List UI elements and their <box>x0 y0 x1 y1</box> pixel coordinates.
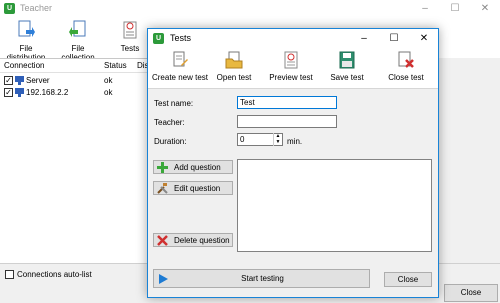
create-test-button[interactable]: Create new test <box>150 51 210 82</box>
delete-icon <box>157 235 168 246</box>
app-icon: U <box>4 3 15 14</box>
auto-list-label: Connections auto-list <box>17 270 92 279</box>
header-connection[interactable]: Connection <box>4 61 44 70</box>
plus-icon <box>157 162 168 173</box>
create-test-label: Create new test <box>151 73 209 82</box>
test-name-input[interactable] <box>237 96 337 109</box>
create-test-icon <box>173 51 188 67</box>
tests-button[interactable]: Tests <box>114 20 146 53</box>
dialog-title: Tests <box>170 33 192 43</box>
maximize-button[interactable]: ☐ <box>440 1 470 17</box>
row-checkbox[interactable]: ✓ <box>4 88 13 97</box>
test-name-label: Test name: <box>154 99 194 108</box>
preview-test-label: Preview test <box>269 73 313 82</box>
start-testing-button[interactable]: Start testing <box>153 269 370 288</box>
tests-icon <box>123 21 137 39</box>
edit-question-label: Edit question <box>174 184 221 193</box>
file-collection-icon <box>69 20 86 37</box>
tests-titlebar: U Tests – ☐ ✕ <box>148 29 438 48</box>
duration-value: 0 <box>240 135 245 144</box>
close-window-button[interactable]: ✕ <box>470 1 500 17</box>
close-dialog-button[interactable]: ✕ <box>410 30 438 47</box>
duration-label: Duration: <box>154 137 187 146</box>
list-item[interactable]: ✓ 192.168.2.2 ok <box>0 87 148 99</box>
open-test-icon <box>225 51 243 69</box>
tools-icon <box>157 183 168 194</box>
tests-label: Tests <box>120 44 140 53</box>
duration-unit: min. <box>287 137 303 146</box>
close-test-button[interactable]: Close test <box>384 51 428 82</box>
teacher-titlebar: U Teacher – ☐ ✕ <box>0 0 500 18</box>
close-test-label: Close test <box>388 73 424 82</box>
computer-icon <box>15 88 24 97</box>
connection-name: 192.168.2.2 <box>26 88 69 97</box>
minimize-button[interactable]: – <box>410 1 440 17</box>
delete-question-label: Delete question <box>174 236 230 245</box>
list-item[interactable]: ✓ Server ok <box>0 75 148 87</box>
preview-test-icon <box>284 51 298 69</box>
maximize-button[interactable]: ☐ <box>380 30 408 47</box>
edit-question-button[interactable]: Edit question <box>153 181 233 195</box>
preview-test-button[interactable]: Preview test <box>266 51 316 82</box>
connection-list[interactable]: Connection Status Dis ✓ Server ok ✓ 192.… <box>0 58 149 263</box>
dialog-close-button[interactable]: Close <box>384 272 432 287</box>
file-collection-button[interactable]: File collection <box>54 20 102 62</box>
save-icon <box>339 51 355 69</box>
row-checkbox[interactable]: ✓ <box>4 76 13 85</box>
teacher-label: Teacher: <box>154 118 185 127</box>
save-test-button[interactable]: Save test <box>329 51 365 82</box>
start-testing-label: Start testing <box>241 274 284 283</box>
tests-dialog: U Tests – ☐ ✕ Create new test Open test <box>147 28 439 298</box>
spin-down-icon[interactable]: ▼ <box>274 139 282 145</box>
file-distribution-icon <box>18 20 35 37</box>
minimize-button[interactable]: – <box>350 30 378 47</box>
duration-stepper[interactable]: 0 ▲ ▼ <box>237 133 283 146</box>
add-question-button[interactable]: Add question <box>153 160 233 174</box>
tests-toolbar: Create new test Open test Preview test S… <box>148 48 438 88</box>
file-distribution-button[interactable]: File distribution <box>2 20 50 62</box>
header-status[interactable]: Status <box>104 61 127 70</box>
toolbar-divider <box>148 88 438 89</box>
teacher-input[interactable] <box>237 115 337 128</box>
save-test-label: Save test <box>330 73 364 82</box>
close-test-icon <box>398 51 414 68</box>
auto-list-checkbox[interactable] <box>5 270 14 279</box>
add-question-label: Add question <box>174 163 221 172</box>
connection-status: ok <box>104 76 113 85</box>
list-header: Connection Status Dis <box>0 59 149 73</box>
connection-name: Server <box>26 76 50 85</box>
window-title: Teacher <box>20 3 53 13</box>
teacher-close-button[interactable]: Close <box>444 284 498 302</box>
connection-status: ok <box>104 88 113 97</box>
delete-question-button[interactable]: Delete question <box>153 233 233 247</box>
app-icon: U <box>153 33 164 44</box>
open-test-label: Open test <box>216 73 252 82</box>
open-test-button[interactable]: Open test <box>214 51 254 82</box>
duration-spin[interactable]: ▲ ▼ <box>273 133 282 146</box>
question-list[interactable] <box>237 159 432 252</box>
computer-icon <box>15 76 24 85</box>
